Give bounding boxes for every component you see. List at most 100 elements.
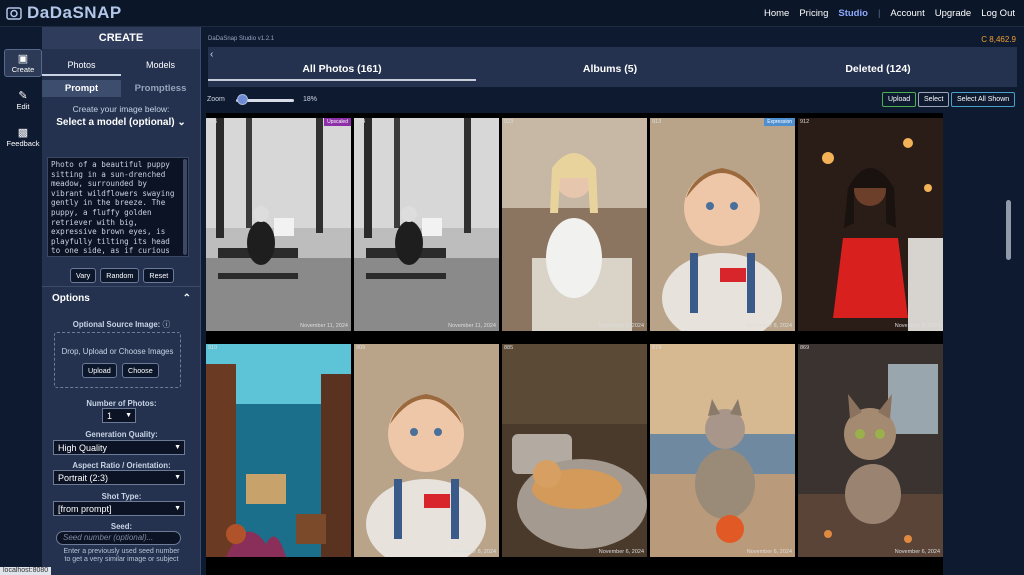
model-select[interactable]: Select a model (optional) ⌄	[42, 117, 200, 128]
source-label: Optional Source Image: ⓘ	[42, 319, 201, 330]
select-all-shown-button[interactable]: Select All Shown	[951, 92, 1016, 107]
shot-value: [from prompt]	[58, 504, 112, 514]
chevron-left-icon[interactable]: ‹	[210, 49, 213, 60]
nav-upgrade[interactable]: Upgrade	[935, 8, 971, 19]
tab-deleted[interactable]: Deleted (124)	[744, 63, 1012, 75]
photo-card[interactable]: 925 November 11, 2024 Upscaled	[206, 118, 351, 331]
photo-card[interactable]: 869 November 6, 2024	[798, 344, 943, 557]
photo-number: 885	[504, 345, 514, 351]
num-photos-label: Number of Photos:	[86, 399, 157, 408]
panel-tabs: Photos Models	[42, 49, 200, 76]
status-url: localhost:8080	[0, 567, 52, 575]
random-button[interactable]: Random	[100, 268, 140, 283]
photo-card[interactable]: 923 November 8, 2024	[502, 118, 647, 331]
rail-edit-label: Edit	[16, 102, 30, 111]
tab-albums[interactable]: Albums (5)	[476, 63, 744, 75]
photo-date: November 11, 2024	[300, 323, 348, 329]
logo[interactable]: DaDaSNAP	[6, 3, 122, 23]
photo-card[interactable]: 913 November 8, 2024 Expression	[650, 118, 795, 331]
pencil-icon: ✎	[18, 90, 28, 102]
model-select-label: Select a model (optional)	[56, 117, 175, 128]
aspect-select[interactable]: Portrait (2:3) ▼	[53, 470, 185, 485]
rail-feedback-label: Feedback	[6, 139, 40, 148]
photo-card[interactable]: 924 November 11, 2024	[354, 118, 499, 331]
drop-zone[interactable]: Drop, Upload or Choose Images Upload Cho…	[54, 332, 181, 388]
nav-account[interactable]: Account	[890, 8, 924, 19]
options-header[interactable]: Options ⌃	[42, 286, 201, 310]
top-nav: Home Pricing Studio | Account Upgrade Lo…	[764, 8, 1015, 19]
tab-promptless[interactable]: Promptless	[121, 80, 200, 97]
tab-all-photos[interactable]: All Photos (161)	[208, 63, 476, 75]
photo-card[interactable]: 885 November 6, 2024	[502, 344, 647, 557]
nav-studio[interactable]: Studio	[838, 8, 868, 19]
tab-photos[interactable]: Photos	[42, 49, 121, 76]
active-tab-underline	[208, 79, 476, 81]
photo-thumbnail	[354, 118, 499, 331]
photo-card[interactable]: 910	[206, 344, 351, 557]
reset-button[interactable]: Reset	[143, 268, 175, 283]
photo-number: 909	[356, 345, 366, 351]
prompt-tabs: Prompt Promptless	[42, 80, 200, 97]
photo-number: 869	[800, 345, 810, 351]
version-label: DaDaSnap Studio v1.2.1	[208, 36, 275, 42]
help-icon[interactable]: ⓘ	[162, 320, 170, 329]
caret-down-icon: ▼	[174, 444, 181, 451]
shot-select[interactable]: [from prompt] ▼	[53, 501, 185, 516]
photo-date: November 6, 2024	[746, 549, 792, 555]
tab-prompt[interactable]: Prompt	[42, 80, 121, 97]
seed-help-2: to get a very similar image or subject	[64, 556, 179, 563]
prompt-scrollbar[interactable]	[183, 159, 187, 255]
options-label: Options	[52, 293, 90, 304]
nav-logout[interactable]: Log Out	[981, 8, 1015, 19]
zoom-slider-handle[interactable]	[237, 94, 248, 105]
quality-select[interactable]: High Quality ▼	[53, 440, 185, 455]
photo-thumbnail	[354, 344, 499, 557]
zoom-label: Zoom	[207, 96, 225, 103]
photo-number: 913	[652, 119, 662, 125]
photo-card[interactable]: 879 November 6, 2024	[650, 344, 795, 557]
photo-thumbnail	[798, 118, 943, 331]
source-label-text: Optional Source Image:	[72, 320, 161, 329]
photo-date: November 6, 2024	[894, 549, 940, 555]
rail-create-label: Create	[11, 65, 35, 74]
seed-label: Seed:	[110, 522, 133, 531]
chat-icon: ▩	[17, 127, 29, 139]
vary-button[interactable]: Vary	[70, 268, 97, 283]
prompt-textarea[interactable]: Photo of a beautiful puppy sitting in a …	[47, 157, 189, 257]
zoom-percent: 18%	[303, 96, 318, 103]
photo-card[interactable]: 909 November 8, 2024	[354, 344, 499, 557]
photo-badge: Upscaled	[324, 118, 351, 126]
photo-card[interactable]: 912 November 8, 2024	[798, 118, 943, 331]
select-button[interactable]: Select	[918, 92, 950, 107]
rail-feedback-button[interactable]: ▩ Feedback	[4, 124, 42, 152]
photo-thumbnail	[206, 344, 351, 557]
seed-help-1: Enter a previously used seed number	[63, 548, 180, 555]
caret-down-icon: ▼	[174, 505, 181, 512]
upload-photos-button[interactable]: Upload	[882, 92, 917, 107]
num-photos-select[interactable]: 1 ▼	[102, 408, 136, 423]
aspect-value: Portrait (2:3)	[58, 473, 109, 483]
photo-date: November 11, 2024	[448, 323, 496, 329]
gallery-scrollbar[interactable]	[1006, 200, 1011, 260]
photo-thumbnail	[502, 118, 647, 331]
seed-input[interactable]: Seed number (optional)...	[56, 531, 181, 545]
photo-thumbnail	[206, 118, 351, 331]
nav-pricing[interactable]: Pricing	[799, 8, 828, 19]
shot-label: Shot Type:	[101, 492, 142, 501]
num-photos-value: 1	[107, 411, 113, 421]
photo-number: 924	[356, 119, 366, 125]
chevron-up-icon: ⌃	[182, 293, 191, 304]
photo-number: 923	[504, 119, 514, 125]
gallery-tabs: ‹ All Photos (161) Albums (5) Deleted (1…	[208, 47, 1017, 87]
rail-create-button[interactable]: ▣ Create	[4, 49, 42, 77]
rail-edit-button[interactable]: ✎ Edit	[4, 87, 42, 115]
credits-balance: C 8,462.9	[981, 35, 1016, 44]
choose-button[interactable]: Choose	[122, 363, 159, 378]
quality-value: High Quality	[58, 443, 108, 453]
nav-home[interactable]: Home	[764, 8, 789, 19]
photo-thumbnail	[650, 118, 795, 331]
tab-models[interactable]: Models	[121, 49, 200, 76]
camera-icon	[6, 7, 22, 20]
panel-title: CREATE	[42, 27, 200, 49]
upload-button[interactable]: Upload	[82, 363, 117, 378]
